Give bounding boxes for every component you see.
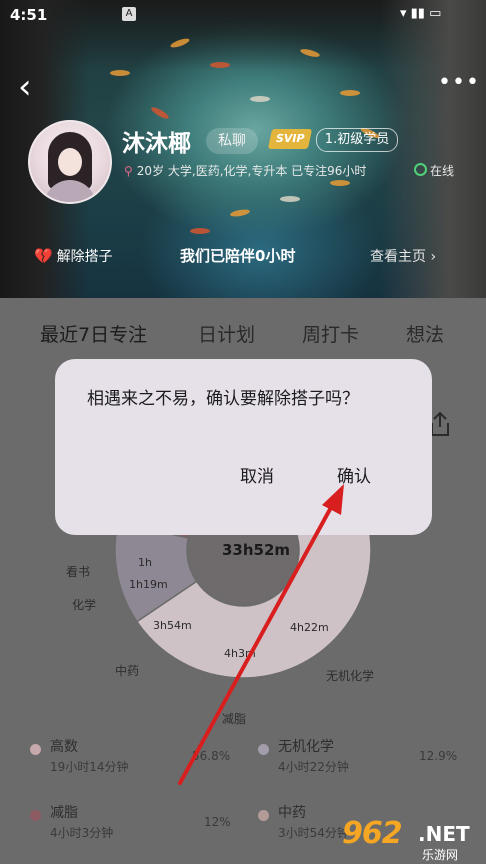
chart-category-label: 无机化学 — [326, 669, 375, 683]
tab-recent-7-days[interactable]: 最近7日专注 — [40, 320, 147, 347]
legend-percent: 56.8% — [192, 749, 231, 763]
companion-hours: 我们已陪伴0小时 — [180, 247, 296, 265]
confirm-button[interactable]: 确认 — [337, 462, 371, 487]
chart-category-label: 看书 — [66, 565, 91, 579]
chart-segment-label: 4h3m — [224, 647, 256, 660]
legend-item: 减脂 4小时3分钟 — [30, 802, 230, 850]
legend-name: 无机化学 — [278, 739, 334, 755]
legend-name: 高数 — [50, 739, 78, 755]
online-label: 在线 — [430, 164, 455, 178]
avatar[interactable] — [28, 120, 112, 204]
legend-percent: 12.9% — [419, 749, 458, 763]
fish-decoration — [340, 90, 360, 96]
fish-decoration — [149, 105, 171, 121]
cancel-button[interactable]: 取消 — [240, 462, 274, 487]
fish-decoration — [250, 96, 270, 102]
fish-decoration — [330, 180, 350, 186]
unpair-button[interactable]: 💔 解除搭子 — [34, 246, 113, 266]
legend-duration: 4小时22分钟 — [278, 760, 349, 774]
chevron-right-icon: › — [426, 249, 437, 265]
fish-decoration — [110, 70, 130, 76]
fish-decoration — [190, 228, 210, 234]
watermark-sub: 乐游网 — [422, 848, 459, 862]
legend-dot — [30, 810, 41, 821]
site-watermark: 962 .NET 乐游网 — [342, 812, 486, 864]
tab-weekly-checkin[interactable]: 周打卡 — [302, 320, 359, 347]
svip-badge: SVIP — [267, 129, 313, 149]
legend-duration: 3小时54分钟 — [278, 826, 349, 840]
view-home-link[interactable]: 查看主页 › — [370, 246, 436, 266]
online-dot-icon — [414, 163, 427, 176]
chart-category-label: 减脂 — [222, 712, 247, 726]
private-chat-button[interactable]: 私聊 — [206, 128, 258, 154]
legend-dot — [30, 744, 41, 755]
dialog-message: 相遇来之不易，确认要解除搭子吗？ — [87, 389, 359, 409]
fish-decoration — [210, 62, 230, 68]
fish-decoration — [280, 196, 300, 202]
location-pin-icon: ⚲ — [124, 164, 133, 178]
signal-battery-icon: ▾ ▮▮ ▭ — [400, 6, 442, 21]
chart-category-label: 中药 — [115, 664, 140, 678]
chart-segment-label: 1h — [138, 556, 152, 569]
level-badge: 1.初级学员 — [316, 128, 398, 152]
chart-segment-label: 4h22m — [290, 621, 329, 634]
chart-segment-label: 3h54m — [153, 619, 192, 632]
unpair-label: 解除搭子 — [56, 249, 113, 265]
user-info-text: 20岁 大学,医药,化学,专升本 已专注96小时 — [136, 164, 367, 178]
broken-heart-icon: 💔 — [34, 247, 53, 265]
legend-duration: 4小时3分钟 — [50, 826, 114, 840]
donut-center-total: 33h52m — [221, 541, 291, 559]
legend-duration: 19小时14分钟 — [50, 760, 129, 774]
more-dots-icon[interactable]: ••• — [438, 70, 479, 100]
legend-dot — [258, 744, 269, 755]
legend-percent: 12% — [204, 815, 231, 829]
legend-name: 中药 — [278, 805, 306, 821]
watermark-net: .NET — [418, 822, 470, 846]
tab-daily-plan[interactable]: 日计划 — [198, 320, 255, 347]
view-home-label: 查看主页 — [370, 249, 426, 265]
fish-decoration — [229, 208, 251, 218]
tab-ideas[interactable]: 想法 — [406, 320, 444, 347]
online-status: 在线 — [414, 162, 454, 179]
notification-a-icon: A — [122, 7, 136, 21]
chart-category-label: 化学 — [72, 598, 97, 612]
legend-name: 减脂 — [50, 805, 78, 821]
status-bar: 4:51 A ▾ ▮▮ ▭ — [0, 0, 486, 32]
status-time: 4:51 — [10, 6, 48, 24]
back-arrow-icon[interactable]: ‹ — [18, 70, 48, 106]
watermark-logo: 962 — [342, 816, 403, 851]
user-info: ⚲ 20岁 大学,医药,化学,专升本 已专注96小时 — [124, 162, 366, 179]
user-name: 沐沐椰 — [122, 131, 191, 157]
legend-dot — [258, 810, 269, 821]
chart-segment-label: 1h19m — [129, 578, 168, 591]
